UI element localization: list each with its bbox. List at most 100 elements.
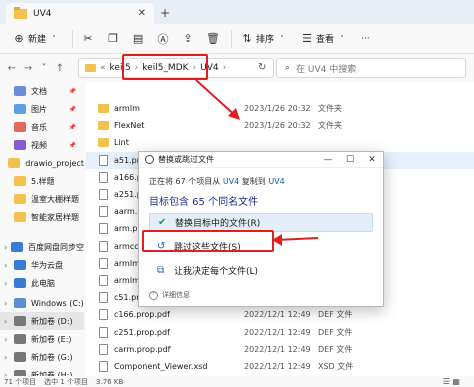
file-date: 2023/1/26 20:32	[244, 121, 311, 131]
file-date: 2022/12/1 12:49	[244, 327, 311, 337]
overflow-crumb[interactable]: «	[100, 63, 106, 73]
sidebar-item-icon	[14, 352, 26, 362]
close-tab-icon[interactable]: ✕	[138, 8, 146, 19]
chevron-down-icon: ˅	[340, 34, 344, 43]
details-toggle[interactable]: ˅ 详细信息	[149, 290, 190, 300]
file-type: XSD 文件	[318, 362, 354, 371]
sidebar-item[interactable]: 文档 📌	[0, 82, 84, 100]
file-row[interactable]: c166.prop.pdf 2022/12/1 12:49 DEF 文件	[86, 306, 474, 323]
expand-chevron-icon[interactable]: ›	[4, 261, 14, 270]
decide-each-file-option[interactable]: ⧉ 让我决定每个文件(L)	[149, 261, 373, 280]
sidebar-item-label: drawio_project	[25, 158, 84, 168]
dialog-window-controls: — ☐ ✕	[317, 152, 383, 168]
maximize-button[interactable]: ☐	[339, 152, 361, 168]
dialog-app-icon	[145, 155, 154, 164]
search-input[interactable]: ⌕ 在 UV4 中搜索	[276, 58, 466, 78]
rename-icon: Ⓐ	[157, 32, 169, 46]
destination-folder-link[interactable]: UV4	[268, 177, 284, 186]
sidebar-item[interactable]: › 华为云盘	[0, 256, 84, 274]
up-button[interactable]: ↑	[52, 63, 68, 74]
share-icon: ⇪	[183, 32, 193, 45]
sidebar-item-label: 视频	[31, 140, 47, 150]
rename-button[interactable]: Ⓐ	[152, 28, 177, 50]
item-count: 71 个项目	[4, 377, 37, 386]
sidebar-item[interactable]: › 百度网盘同步空	[0, 238, 84, 256]
share-button[interactable]: ⇪	[177, 28, 202, 50]
file-type: DEF 文件	[318, 344, 353, 354]
file-icon	[99, 206, 108, 218]
new-tab-button[interactable]: +	[160, 6, 170, 20]
sidebar-item[interactable]: › 此电脑	[0, 274, 84, 292]
file-row[interactable]: carm.prop.pdf 2022/12/1 12:49 DEF 文件	[86, 341, 474, 358]
sidebar-item[interactable]: › 新加卷 (G:)	[0, 348, 84, 366]
back-button[interactable]: ←	[4, 63, 20, 74]
forward-button[interactable]: →	[20, 63, 36, 74]
trash-icon: 🗑	[206, 32, 220, 45]
sidebar-item[interactable]: 5.样题	[0, 172, 84, 190]
folder-icon	[85, 64, 96, 72]
folder-icon	[98, 138, 109, 148]
minimize-button[interactable]: —	[317, 152, 339, 168]
sidebar-item[interactable]: 智能家居样题	[0, 208, 84, 226]
sidebar-item-label: 温室大棚样题	[31, 194, 79, 204]
toolbar-divider	[231, 29, 233, 48]
file-row[interactable]: armlm 2023/1/26 20:32 文件夹	[86, 100, 474, 117]
file-icon	[99, 361, 108, 372]
new-button-label: 新建	[28, 35, 47, 45]
file-type: DEF 文件	[318, 327, 353, 337]
explorer-window: UV4 ✕ + ⊕ 新建 ˅ ✂ ❐ ▤ Ⓐ ⇪ 🗑 ⇅ 排序 ˅ ☰ 查看 ˅…	[0, 0, 474, 387]
file-icon	[99, 275, 108, 286]
file-row[interactable]: c251.prop.pdf 2022/12/1 12:49 DEF 文件	[86, 324, 474, 341]
folder-icon	[98, 121, 109, 131]
file-icon	[99, 326, 108, 338]
expand-chevron-icon[interactable]: ›	[4, 335, 14, 344]
scissors-icon: ✂	[83, 32, 93, 45]
view-button[interactable]: ☰ 查看 ˅	[296, 28, 356, 50]
view-button-label: 查看	[316, 35, 335, 45]
copy-button[interactable]: ❐	[102, 28, 127, 50]
sidebar-item-label: 新加卷 (D:)	[31, 316, 73, 326]
checkmark-icon: ✔	[158, 217, 167, 228]
expand-chevron-icon[interactable]: ›	[4, 353, 14, 362]
new-button[interactable]: ⊕ 新建 ˅	[8, 28, 68, 50]
tab-uv4[interactable]: UV4 ✕	[6, 3, 154, 24]
view-toggle-icons[interactable]: ☰ ▦	[443, 377, 460, 386]
sidebar-item[interactable]: › 新加卷 (D:)	[0, 312, 84, 330]
sidebar-item-icon	[14, 122, 26, 132]
chevron-down-icon: ˅	[52, 34, 56, 43]
file-date: 2022/12/1 12:49	[244, 310, 311, 320]
expand-chevron-icon[interactable]: ›	[4, 299, 14, 308]
sidebar-item[interactable]: 视频 📌	[0, 136, 84, 154]
sidebar-item[interactable]: 音乐 📌	[0, 118, 84, 136]
copy-mid: 复制到	[241, 177, 266, 186]
expand-chevron-icon[interactable]: ›	[4, 279, 14, 288]
sort-button[interactable]: ⇅ 排序 ˅	[236, 28, 296, 50]
sidebar-item[interactable]: drawio_project	[0, 154, 84, 172]
cut-button[interactable]: ✂	[77, 28, 102, 50]
chevron-right-icon: ›	[222, 63, 227, 73]
file-row[interactable]: Lint	[86, 134, 474, 151]
pin-icon: 📌	[68, 105, 76, 113]
refresh-icon[interactable]: ↻	[258, 62, 266, 73]
sidebar-item-icon	[14, 316, 26, 326]
file-row[interactable]: Component_Viewer.xsd 2022/12/1 12:49 XSD 文…	[86, 358, 474, 375]
expand-chevron-icon[interactable]: ›	[4, 317, 14, 326]
recent-chevron-icon[interactable]: ˅	[36, 63, 52, 74]
sidebar-item-icon	[14, 140, 26, 150]
sidebar-item[interactable]: › Windows (C:)	[0, 294, 84, 312]
sidebar-item[interactable]: 图片 📌	[0, 100, 84, 118]
expand-chevron-icon[interactable]: ›	[4, 243, 11, 252]
sidebar-item[interactable]: › 新加卷 (E:)	[0, 330, 84, 348]
file-row[interactable]: FlexNet 2023/1/26 20:32 文件夹	[86, 117, 474, 134]
file-name: Lint	[114, 138, 129, 148]
file-type: DEF 文件	[318, 310, 353, 320]
tab-title: UV4	[33, 8, 52, 19]
more-button[interactable]: ···	[356, 28, 375, 50]
sidebar-item[interactable]: 温室大棚样题	[0, 190, 84, 208]
delete-button[interactable]: 🗑	[202, 28, 227, 50]
source-folder-link[interactable]: UV4	[223, 177, 239, 186]
close-button[interactable]: ✕	[361, 152, 383, 168]
toolbar-divider	[72, 29, 74, 48]
paste-button[interactable]: ▤	[127, 28, 152, 50]
file-name: c251.prop.pdf	[114, 327, 170, 337]
